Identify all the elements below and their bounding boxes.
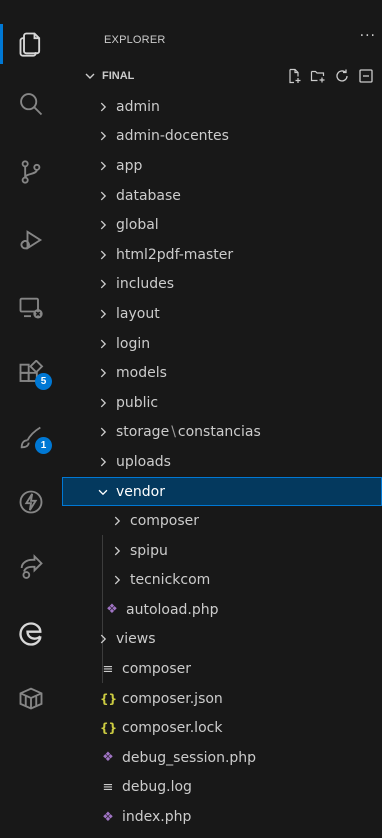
chevron-right-icon <box>100 131 107 141</box>
accounts-activity-button[interactable]: 1 <box>0 416 62 460</box>
files-icon <box>19 32 41 57</box>
edge-devtools-activity-button[interactable] <box>0 612 62 656</box>
remote-explorer-icon <box>19 297 43 319</box>
remote-explorer-activity-button[interactable] <box>0 286 62 330</box>
php-file-icon: ❖ <box>106 602 118 618</box>
tree-file-autoload-php[interactable]: ❖ autoload.php <box>62 595 382 625</box>
tree-folder-database[interactable]: database <box>62 181 382 211</box>
tree-folder-public[interactable]: public <box>62 388 382 418</box>
tree-file-index-php[interactable]: ❖ index.php <box>62 802 382 832</box>
tree-folder-composer[interactable]: composer <box>62 506 382 536</box>
explorer-activity-button[interactable] <box>0 22 62 66</box>
tree-folder-admin-docentes[interactable]: admin-docentes <box>62 122 382 152</box>
chevron-right-icon <box>100 250 107 260</box>
tree-folder-storage-constancias[interactable]: storage \ constancias <box>62 418 382 448</box>
tree-folder-global[interactable]: global <box>62 210 382 240</box>
chevron-right-icon <box>100 279 107 289</box>
run-debug-icon <box>20 230 43 250</box>
tree-file-composer[interactable]: ≡ composer <box>62 654 382 684</box>
tree-file-debug-log[interactable]: ≡ debug.log <box>62 773 382 803</box>
tree-folder-html2pdf-master[interactable]: html2pdf-master <box>62 240 382 270</box>
chevron-right-icon <box>100 161 107 171</box>
text-file-icon: ≡ <box>102 661 114 677</box>
chevron-right-icon <box>100 309 107 319</box>
workspace-folder-header[interactable]: FINAL <box>82 64 382 88</box>
tree-folder-uploads[interactable]: uploads <box>62 447 382 477</box>
path-separator-icon: \ <box>171 424 176 441</box>
live-share-icon <box>20 554 43 579</box>
extensions-activity-button[interactable]: 5 <box>0 352 62 396</box>
chevron-right-icon <box>100 457 107 467</box>
tree-folder-views[interactable]: views <box>62 625 382 655</box>
refresh-icon[interactable] <box>334 68 350 84</box>
tree-folder-models[interactable]: models <box>62 358 382 388</box>
tree-folder-includes[interactable]: includes <box>62 270 382 300</box>
chevron-right-icon <box>100 102 107 112</box>
tree-folder-login[interactable]: login <box>62 329 382 359</box>
tree-folder-vendor[interactable]: vendor <box>62 476 382 507</box>
tree-folder-app[interactable]: app <box>62 151 382 181</box>
chevron-right-icon <box>100 368 107 378</box>
more-actions-button[interactable]: ··· <box>360 28 376 44</box>
explorer-title: EXPLORER <box>104 34 166 46</box>
chevron-right-icon <box>114 546 121 556</box>
json-file-icon: {} <box>100 721 118 736</box>
source-control-icon <box>21 160 41 184</box>
edge-icon <box>19 622 42 646</box>
new-folder-icon[interactable] <box>310 68 326 84</box>
php-file-icon: ❖ <box>102 750 114 766</box>
search-icon <box>20 93 43 116</box>
chevron-right-icon <box>100 398 107 408</box>
search-activity-button[interactable] <box>0 82 62 126</box>
chevron-down-icon <box>85 73 95 79</box>
chevron-right-icon <box>100 339 107 348</box>
chevron-right-icon <box>100 427 107 437</box>
collapse-all-icon[interactable] <box>358 68 374 84</box>
new-file-icon[interactable] <box>286 68 302 84</box>
workspace-folder-name: FINAL <box>102 70 135 82</box>
tree-file-composer-json[interactable]: {} composer.json <box>62 684 382 714</box>
tree-file-debug-session-php[interactable]: ❖ debug_session.php <box>62 743 382 773</box>
file-tree: admin admin-docentes app database global… <box>62 92 382 832</box>
chevron-right-icon <box>100 220 107 230</box>
chevron-down-icon <box>98 489 108 495</box>
run-debug-activity-button[interactable] <box>0 218 62 262</box>
chevron-right-icon <box>100 635 107 644</box>
tree-folder-spipu[interactable]: spipu <box>62 536 382 566</box>
explorer-sidebar: EXPLORER ··· FINAL admin admin-docentes … <box>62 0 382 838</box>
tree-folder-admin[interactable]: admin <box>62 92 382 122</box>
containers-activity-button[interactable] <box>0 676 62 720</box>
chevron-right-icon <box>114 516 121 526</box>
php-file-icon: ❖ <box>102 809 114 825</box>
chevron-right-icon <box>100 191 107 200</box>
activity-bar: 5 1 <box>0 0 63 838</box>
source-control-activity-button[interactable] <box>0 150 62 194</box>
tree-file-composer-lock[interactable]: {} composer.lock <box>62 713 382 743</box>
text-file-icon: ≡ <box>102 779 114 795</box>
accounts-badge: 1 <box>35 437 52 454</box>
lightning-icon <box>19 490 43 514</box>
extensions-badge: 5 <box>35 373 52 390</box>
live-share-activity-button[interactable] <box>0 546 62 590</box>
package-icon <box>19 687 43 710</box>
folder-header-actions <box>286 64 374 88</box>
chevron-right-icon <box>114 575 121 585</box>
tree-folder-tecnickcom[interactable]: tecnickcom <box>62 566 382 596</box>
json-file-icon: {} <box>100 691 118 706</box>
thunder-activity-button[interactable] <box>0 480 62 524</box>
tree-folder-layout[interactable]: layout <box>62 299 382 329</box>
